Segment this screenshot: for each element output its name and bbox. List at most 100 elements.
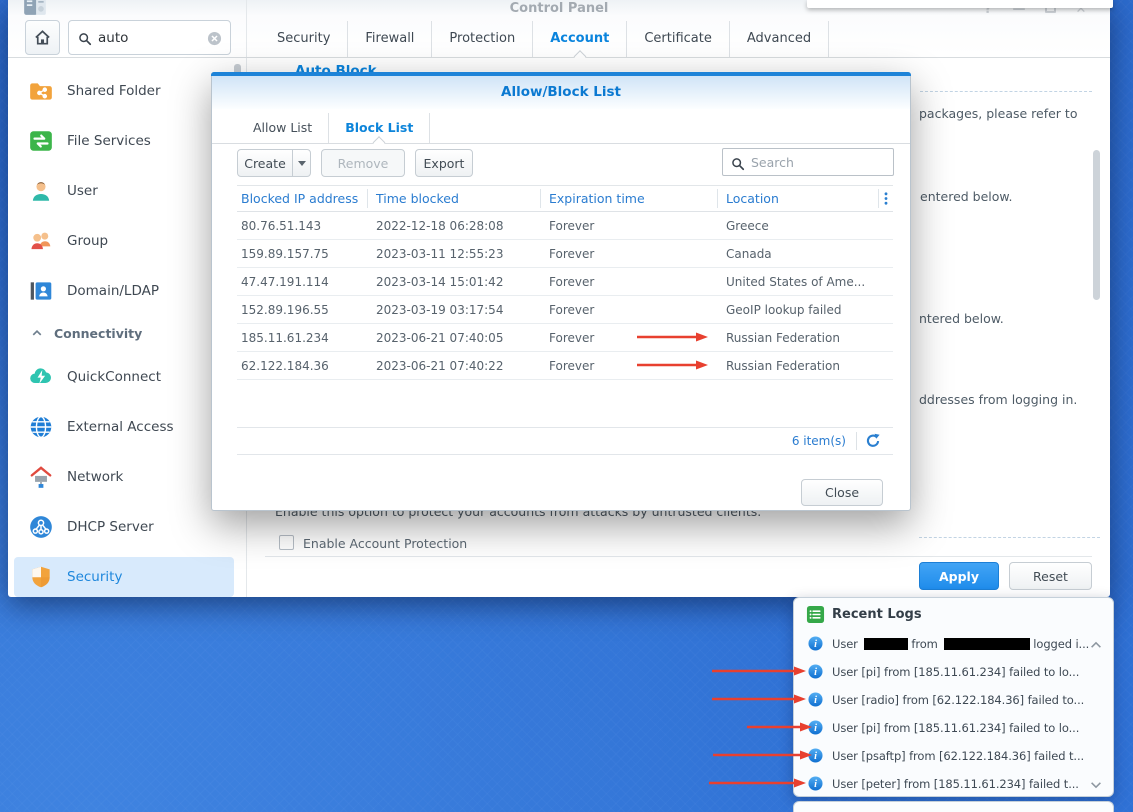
dialog-search-input[interactable]: [751, 150, 889, 174]
page-text-fragment: ntered below.: [919, 311, 1004, 326]
enable-account-protection-checkbox[interactable]: [279, 535, 294, 550]
file-services-icon: [28, 128, 54, 154]
svg-text:i: i: [814, 667, 817, 678]
info-icon: i: [808, 748, 823, 763]
sidebar-item-dhcp-server[interactable]: DHCP Server: [8, 507, 234, 547]
log-entry[interactable]: iUser [pi] from [185.11.61.234] failed t…: [794, 714, 1113, 742]
sidebar-item-domain-ldap[interactable]: Domain/LDAP: [8, 271, 234, 311]
export-button[interactable]: Export: [415, 149, 473, 177]
log-entry[interactable]: iUser [peter] from [185.11.61.234] faile…: [794, 770, 1113, 798]
log-text: User [psaftp] from [62.122.184.36] faile…: [832, 742, 1084, 770]
tab-protection[interactable]: Protection: [432, 21, 533, 57]
dialog-tab-allow-list[interactable]: Allow List: [237, 113, 329, 143]
clear-search-icon[interactable]: [207, 31, 222, 46]
tab-certificate[interactable]: Certificate: [627, 21, 730, 57]
group-icon: [28, 228, 54, 254]
sidebar-item-label: Domain/LDAP: [67, 283, 159, 299]
table-cell: Forever: [549, 268, 594, 296]
sidebar-item-user[interactable]: User: [8, 171, 234, 211]
search-icon: [78, 31, 92, 45]
tab-advanced[interactable]: Advanced: [730, 21, 829, 57]
tab-account[interactable]: Account: [533, 21, 627, 57]
redacted-text: [864, 638, 908, 650]
recent-logs-widget: Recent Logs iUser from logged i...iUser …: [793, 597, 1114, 797]
table-row[interactable]: 80.76.51.1432022-12-18 06:28:08ForeverGr…: [237, 212, 893, 240]
log-entry[interactable]: i User from logged i...: [794, 630, 1113, 658]
chevron-down-icon[interactable]: [1089, 777, 1103, 791]
dialog-tab-block-list[interactable]: Block List: [329, 113, 430, 143]
next-widget-edge: [793, 801, 1114, 812]
table-cell: Canada: [726, 240, 772, 268]
shared-folder-icon: [28, 78, 54, 104]
table-cell: Russian Federation: [726, 324, 840, 352]
table-cell: 152.89.196.55: [241, 296, 329, 324]
quickconnect-icon: [28, 364, 54, 390]
column-header-time-blocked[interactable]: Time blocked: [376, 185, 459, 212]
info-icon: i: [808, 776, 823, 791]
sidebar-item-shared-folder[interactable]: Shared Folder: [8, 71, 234, 111]
allow-block-list-dialog: Allow/Block List Allow ListBlock List Cr…: [211, 72, 911, 511]
sidebar-item-network[interactable]: Network: [8, 457, 234, 497]
search-icon: [731, 156, 745, 170]
table-cell: 47.47.191.114: [241, 268, 329, 296]
divider: [265, 556, 1092, 557]
table-cell: 2023-03-14 15:01:42: [376, 268, 503, 296]
column-header-expiration[interactable]: Expiration time: [549, 185, 645, 212]
caret-down-icon: [298, 161, 306, 166]
log-entry[interactable]: iUser [pi] from [185.11.61.234] failed t…: [794, 658, 1113, 686]
page-text-fragment: ddresses from logging in.: [919, 392, 1077, 407]
table-cell: Forever: [549, 212, 594, 240]
table-cell: GeoIP lookup failed: [726, 296, 842, 324]
sidebar-item-quickconnect[interactable]: QuickConnect: [8, 357, 234, 397]
table-row[interactable]: 159.89.157.752023-03-11 12:55:23ForeverC…: [237, 240, 893, 268]
log-text: User [radio] from [62.122.184.36] failed…: [832, 686, 1084, 714]
recent-logs-title: Recent Logs: [832, 607, 922, 622]
table-row[interactable]: 62.122.184.362023-06-21 07:40:22ForeverR…: [237, 352, 893, 380]
reset-button[interactable]: Reset: [1009, 562, 1092, 590]
sidebar-item-label: Network: [67, 469, 123, 485]
tab-security[interactable]: Security: [260, 21, 348, 57]
sidebar-item-label: File Services: [67, 133, 151, 149]
svg-text:i: i: [814, 639, 817, 650]
refresh-icon[interactable]: [865, 433, 881, 449]
user-icon: [28, 178, 54, 204]
sidebar-item-label: Group: [67, 233, 108, 249]
table-cell: 2023-06-21 07:40:22: [376, 352, 503, 380]
log-entry[interactable]: i User [psaftp] from [62.122.184.36] fail…: [794, 742, 1113, 770]
table-row[interactable]: 152.89.196.552023-03-19 03:17:54ForeverG…: [237, 296, 893, 324]
column-header-blocked-ip[interactable]: Blocked IP address: [241, 185, 358, 212]
table-row[interactable]: 185.11.61.2342023-06-21 07:40:05ForeverR…: [237, 324, 893, 352]
remove-button[interactable]: Remove: [321, 149, 405, 177]
apply-button[interactable]: Apply: [919, 562, 999, 590]
sidebar-item-group[interactable]: Group: [8, 221, 234, 261]
chevron-up-icon[interactable]: [1089, 637, 1103, 651]
overlapping-window-edge: [807, 0, 1113, 8]
content-scrollbar[interactable]: [1093, 150, 1100, 300]
svg-text:i: i: [814, 695, 817, 706]
table-cell: 185.11.61.234: [241, 324, 329, 352]
info-icon: i: [808, 636, 823, 651]
search-input[interactable]: [98, 22, 203, 53]
create-dropdown-button[interactable]: [292, 149, 311, 177]
sidebar-item-file-services[interactable]: File Services: [8, 121, 234, 161]
chevron-up-icon: [31, 324, 43, 343]
sidebar-section-connectivity[interactable]: Connectivity: [8, 321, 234, 345]
close-button[interactable]: Close: [801, 479, 883, 506]
sidebar-item-security[interactable]: Security: [14, 557, 234, 597]
table-cell: Greece: [726, 212, 769, 240]
sidebar-item-external-access[interactable]: External Access: [8, 407, 234, 447]
table-cell: Russian Federation: [726, 352, 840, 380]
create-button[interactable]: Create: [237, 149, 293, 177]
tab-firewall[interactable]: Firewall: [348, 21, 432, 57]
svg-text:i: i: [814, 779, 817, 790]
table-row[interactable]: 47.47.191.1142023-03-14 15:01:42ForeverU…: [237, 268, 893, 296]
home-button[interactable]: [25, 20, 60, 55]
redacted-text: [944, 638, 1030, 650]
sidebar-search: [68, 20, 231, 55]
column-header-location[interactable]: Location: [726, 185, 779, 212]
log-entry[interactable]: i User [radio] from [62.122.184.36] faile…: [794, 686, 1113, 714]
column-menu-icon[interactable]: [883, 191, 889, 206]
log-text: User from logged i...: [832, 630, 1089, 658]
dialog-tabs: Allow ListBlock List: [237, 113, 430, 143]
item-count: 6 item(s): [772, 427, 846, 455]
